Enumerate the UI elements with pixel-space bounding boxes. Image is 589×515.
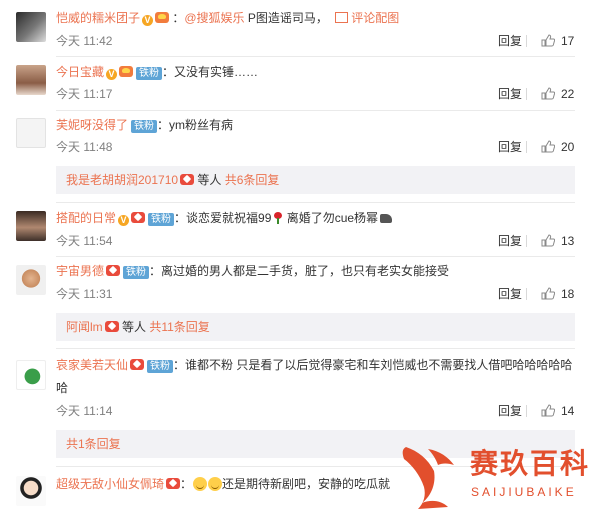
comment-username[interactable]: 今日宝藏 [56, 65, 104, 79]
sub-replies[interactable]: 阿闻lm 等人 共11条回复 [56, 313, 575, 341]
comment-time: 今天 11:14 [56, 404, 113, 418]
divider [526, 35, 527, 47]
avatar[interactable] [16, 360, 46, 390]
reply-button[interactable]: 回复 [498, 87, 522, 101]
comment-text: ：ym粉丝有病 [157, 118, 234, 132]
comment-time: 今天 11:42 [56, 34, 113, 48]
vip-icon [155, 12, 170, 23]
vip-icon [119, 66, 134, 77]
divider [56, 56, 575, 57]
comment-time: 今天 11:54 [56, 234, 113, 248]
heart-icon [166, 478, 181, 489]
sub-reply-user[interactable]: 我是老胡胡润201710 [66, 173, 178, 187]
like-icon[interactable] [541, 287, 555, 300]
sub-reply-user[interactable]: 阿闻lm [66, 320, 103, 334]
shoe-icon [380, 214, 393, 223]
like-count: 20 [561, 140, 575, 154]
like-count: 13 [561, 234, 575, 248]
like-icon[interactable] [541, 87, 555, 100]
heart-icon [104, 321, 119, 332]
avatar[interactable] [16, 476, 46, 506]
image-icon [335, 12, 349, 23]
like-count: 18 [561, 287, 575, 301]
divider [526, 141, 527, 153]
comment-username[interactable]: 宇宙男德 [56, 264, 104, 278]
divider [526, 235, 527, 247]
comment-image-link[interactable]: 评论配图 [351, 11, 399, 25]
comment-username[interactable]: 搭配的日常 [56, 211, 116, 225]
divider [526, 288, 527, 300]
sub-replies[interactable]: 我是老胡胡润201710 等人 共6条回复 [56, 166, 575, 194]
fan-badge: 铁粉 [131, 120, 158, 133]
heart-icon [180, 174, 195, 185]
smile-emoji-icon [193, 477, 208, 491]
more-replies-link[interactable]: 共11条回复 [149, 320, 209, 334]
like-icon[interactable] [541, 34, 555, 47]
comment-username[interactable]: 哀家美若天仙 [56, 358, 128, 372]
comment-time: 今天 11:31 [56, 287, 113, 301]
sub-reply-text: 等人 [118, 320, 150, 334]
comment-text: ： [180, 477, 193, 491]
heart-icon [131, 212, 146, 223]
avatar[interactable] [16, 211, 46, 241]
fan-badge: 铁粉 [123, 266, 150, 279]
verified-icon: V [118, 215, 130, 226]
sub-reply-text: 等人 [194, 173, 225, 187]
reply-button[interactable]: 回复 [498, 404, 522, 418]
like-icon[interactable] [541, 140, 555, 153]
avatar[interactable] [16, 118, 46, 148]
comment-text: ：离过婚的男人都是二手货，脏了，也只有老实女能接受 [149, 264, 450, 278]
comment-text: P图造谣司马， [244, 11, 328, 25]
reply-button[interactable]: 回复 [498, 234, 522, 248]
comment-text-cont: 离婚了勿cue杨幂 [283, 211, 379, 225]
reply-button[interactable]: 回复 [498, 140, 522, 154]
reply-button[interactable]: 回复 [498, 287, 522, 301]
comment-text: ：谁都不粉 只是看了以后觉得豪宅和车刘恺威也不需要找人借吧哈哈哈哈哈 [173, 358, 573, 372]
avatar[interactable] [16, 265, 46, 295]
comment-text-cont: 哈 [56, 381, 69, 395]
more-replies-link[interactable]: 共1条回复 [66, 437, 121, 451]
verified-icon: V [142, 15, 154, 26]
divider [56, 110, 575, 111]
divider [56, 202, 575, 203]
comment-username[interactable]: 芙妮呀没得了 [56, 118, 128, 132]
divider [526, 88, 527, 100]
like-count: 17 [561, 34, 575, 48]
like-count: 22 [561, 87, 575, 101]
like-icon[interactable] [541, 404, 555, 417]
divider [526, 405, 527, 417]
comment-username[interactable]: 恺威的糯米团子 [56, 11, 140, 25]
comment-text: ：又没有实锤…… [162, 65, 259, 79]
divider [56, 256, 575, 257]
comment-time: 今天 11:17 [56, 87, 113, 101]
heart-icon [106, 265, 121, 276]
avatar[interactable] [16, 65, 46, 95]
comment-time: 今天 11:48 [56, 140, 113, 154]
like-count: 14 [561, 404, 575, 418]
fan-badge: 铁粉 [136, 67, 163, 80]
comment-text: ：谈恋爱就祝福99 [174, 211, 272, 225]
watermark-title: 赛玖百科 [470, 448, 589, 479]
more-replies-link[interactable]: 共6条回复 [225, 173, 280, 187]
comment-username[interactable]: 超级无敌小仙女佩琦 [56, 477, 164, 491]
reply-button[interactable]: 回复 [498, 34, 522, 48]
watermark-subtitle: SAIJIUBAIKE [471, 485, 577, 499]
mention-link[interactable]: @搜狐娱乐 [184, 11, 244, 25]
divider [56, 348, 575, 349]
fan-badge: 铁粉 [148, 213, 175, 226]
rose-icon [273, 212, 283, 224]
like-icon[interactable] [541, 234, 555, 247]
comment-text-cont: 还是期待新剧吧，安静的吃瓜就 [222, 477, 391, 491]
verified-icon: V [106, 69, 118, 80]
smile-emoji-icon [208, 477, 223, 491]
avatar[interactable] [16, 12, 46, 42]
heart-icon [130, 359, 145, 370]
fan-badge: 铁粉 [147, 360, 174, 373]
